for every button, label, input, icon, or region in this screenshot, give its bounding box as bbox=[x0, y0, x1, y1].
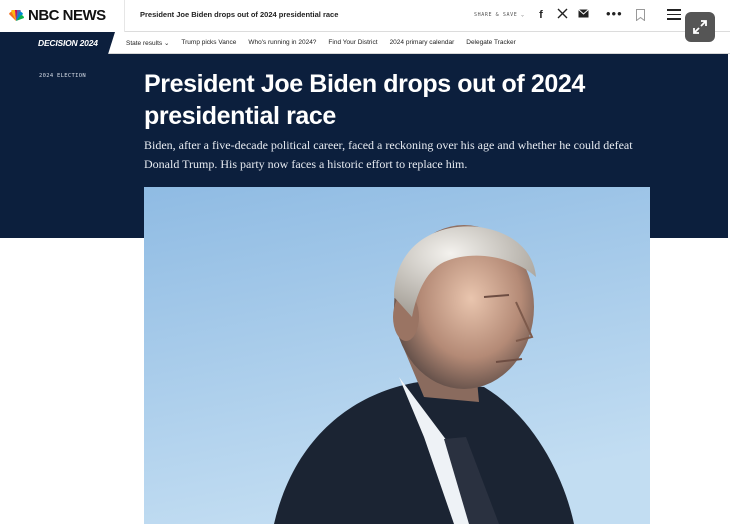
subnav-links: State results ⌄ Trump picks Vance Who's … bbox=[126, 39, 516, 47]
peacock-icon bbox=[9, 9, 24, 21]
subnav-whos-running[interactable]: Who's running in 2024? bbox=[248, 39, 316, 47]
x-icon[interactable] bbox=[555, 8, 569, 22]
sticky-headline: President Joe Biden drops out of 2024 pr… bbox=[140, 10, 339, 19]
share-label[interactable]: SHARE & SAVE ⌄ bbox=[474, 12, 525, 18]
article-title: President Joe Biden drops out of 2024 pr… bbox=[144, 70, 585, 130]
subnav-state-results[interactable]: State results ⌄ bbox=[126, 39, 169, 47]
page: NBC NEWS President Joe Biden drops out o… bbox=[0, 0, 730, 530]
top-header: NBC NEWS President Joe Biden drops out o… bbox=[0, 0, 730, 32]
subnav-primary-calendar[interactable]: 2024 primary calendar bbox=[390, 39, 455, 47]
expand-button[interactable] bbox=[685, 12, 715, 42]
article-dek: Biden, after a five-decade political car… bbox=[144, 138, 633, 171]
nbc-logo[interactable]: NBC NEWS bbox=[0, 0, 125, 32]
bookmark-icon[interactable] bbox=[636, 9, 645, 21]
menu-icon[interactable] bbox=[667, 9, 681, 20]
more-icon[interactable]: ••• bbox=[606, 6, 623, 21]
facebook-icon[interactable]: f bbox=[534, 8, 548, 22]
expand-icon bbox=[693, 20, 707, 34]
mail-icon[interactable] bbox=[576, 8, 590, 22]
subnav-find-district[interactable]: Find Your District bbox=[328, 39, 377, 47]
election-subnav: DECISION 2024 State results ⌄ Trump pick… bbox=[0, 32, 730, 54]
subnav-delegate-tracker[interactable]: Delegate Tracker bbox=[466, 39, 516, 47]
decision-2024-logo[interactable]: DECISION 2024 bbox=[0, 32, 115, 54]
article-eyebrow[interactable]: 2024 ELECTION bbox=[39, 73, 86, 79]
brand-name: NBC NEWS bbox=[28, 7, 106, 24]
subnav-trump-picks-vance[interactable]: Trump picks Vance bbox=[181, 39, 236, 47]
biden-portrait-image bbox=[144, 187, 650, 524]
hero-photo bbox=[144, 187, 650, 524]
